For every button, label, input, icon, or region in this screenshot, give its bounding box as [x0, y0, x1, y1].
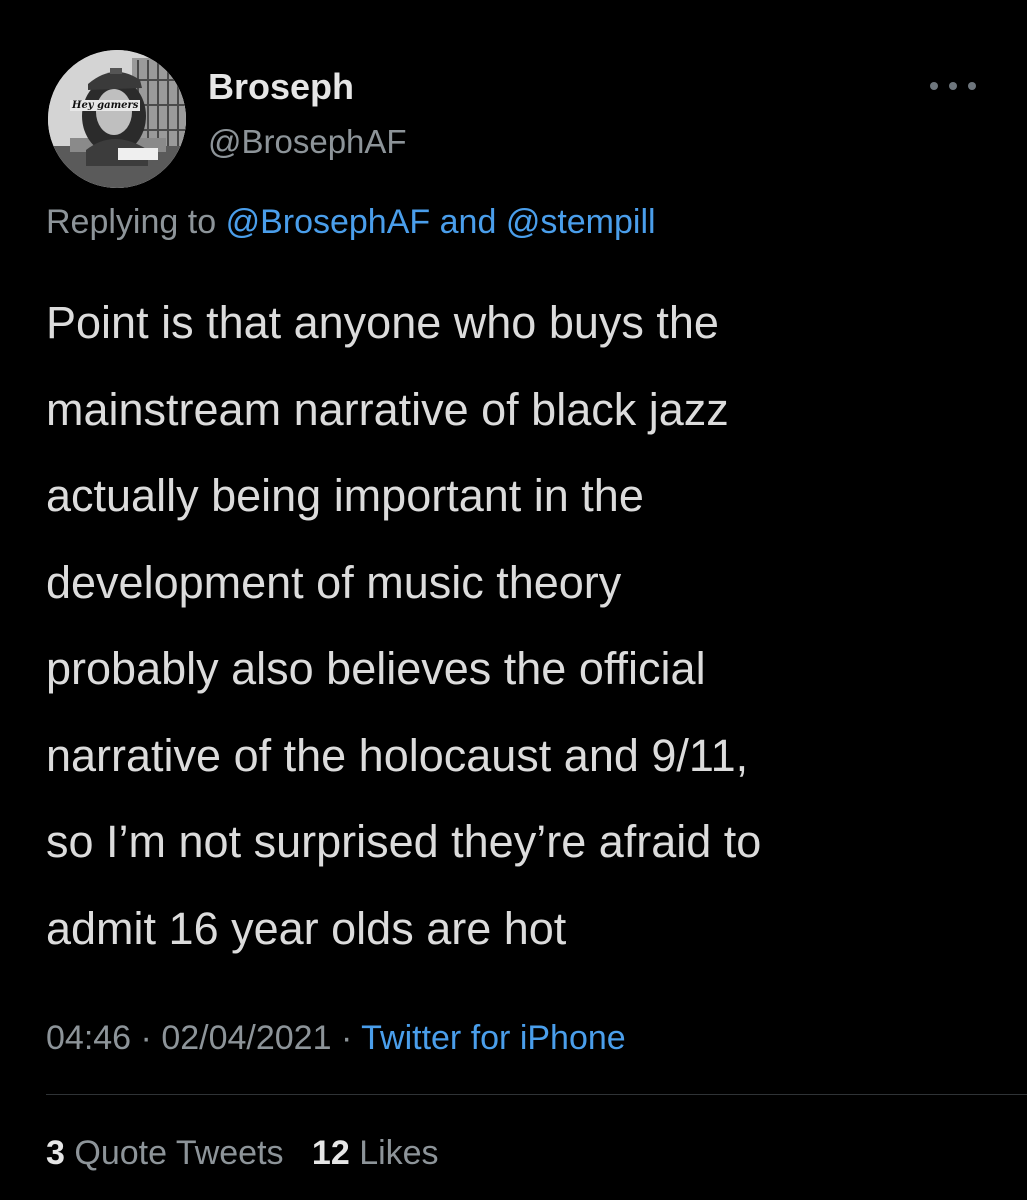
tweet-text-line: Point is that anyone who buys the	[46, 297, 719, 348]
tweet-text-line: admit 16 year olds are hot	[46, 902, 567, 954]
avatar-caption-label: Hey gamers	[70, 100, 141, 111]
divider	[46, 1094, 1027, 1095]
tweet-text-line: narrative of the holocaust and 9/11,	[46, 729, 749, 781]
tweet-source-link[interactable]: Twitter for iPhone	[361, 1019, 626, 1057]
likes-label: Likes	[359, 1134, 439, 1172]
more-dot	[949, 82, 957, 90]
quote-count: 3	[46, 1134, 65, 1172]
tweet-text-line: mainstream narrative of black jazz	[46, 383, 729, 435]
quote-tweets-stat[interactable]: 3 Quote Tweets	[46, 1134, 293, 1172]
tweet-text-line: development of music theory	[46, 556, 622, 608]
tweet-text-line: so I’m not surprised they’re afraid to	[46, 816, 762, 867]
tweet-time: 04:46	[46, 1019, 132, 1057]
tweet-text-line: actually being important in the	[46, 470, 644, 521]
more-dot	[930, 82, 938, 90]
reply-conjunction: and	[439, 203, 497, 241]
more-dot	[968, 82, 976, 90]
tweet-text-line: probably also believes the official	[46, 643, 706, 694]
tweet-meta: 04:46 · 02/04/2021 · Twitter for iPhone	[46, 1019, 626, 1058]
avatar[interactable]: Hey gamers	[48, 50, 186, 188]
reply-user-link[interactable]: @stempill	[506, 203, 656, 241]
display-name[interactable]: Broseph	[208, 66, 354, 108]
reply-user-link[interactable]: @BrosephAF	[226, 203, 431, 241]
reply-prefix: Replying to	[46, 203, 217, 241]
tweet-date: 02/04/2021	[161, 1019, 332, 1057]
reply-context: Replying to @BrosephAF and @stempill	[46, 203, 656, 242]
tweet-stats: 3 Quote Tweets 12 Likes	[46, 1134, 439, 1173]
meta-separator: ·	[340, 1019, 353, 1057]
more-horizontal-icon[interactable]	[930, 74, 976, 98]
quote-label: Quote Tweets	[74, 1134, 284, 1172]
tweet-text: Point is that anyone who buys the mainst…	[46, 280, 996, 972]
likes-count: 12	[311, 1134, 350, 1172]
user-handle[interactable]: @BrosephAF	[208, 123, 407, 161]
meta-separator: ·	[140, 1019, 152, 1057]
avatar-image	[48, 50, 186, 188]
likes-stat[interactable]: 12 Likes	[312, 1134, 439, 1172]
